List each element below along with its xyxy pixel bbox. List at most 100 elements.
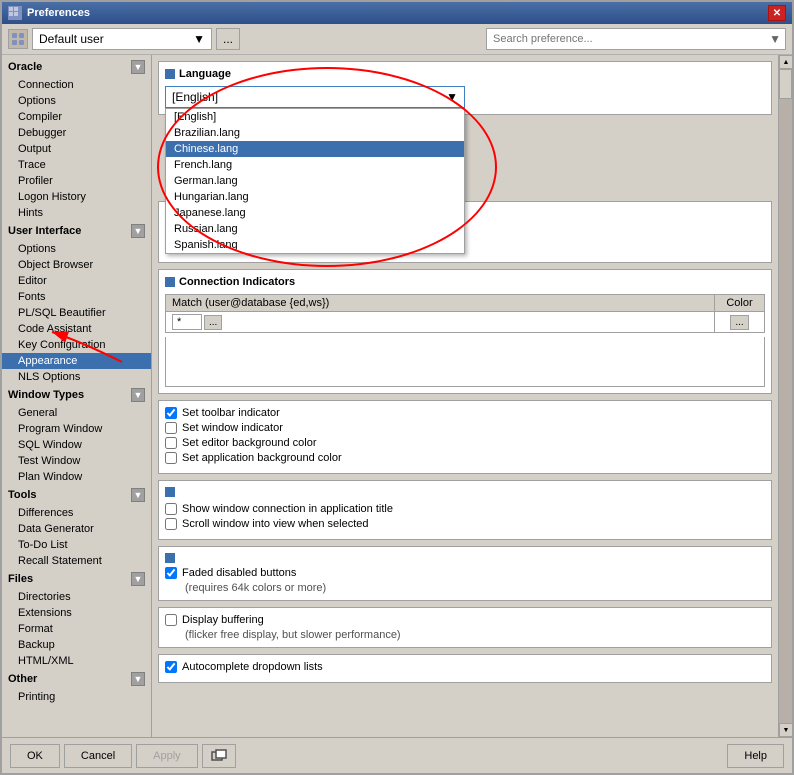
sidebar-item-backup[interactable]: Backup <box>2 637 151 653</box>
search-input[interactable] <box>487 33 765 45</box>
scroll-window-label: Scroll window into view when selected <box>182 518 368 530</box>
sidebar-section-tools[interactable]: Tools ▼ <box>2 485 151 505</box>
lang-option-russian[interactable]: Russian.lang <box>166 221 464 237</box>
sidebar-item-general[interactable]: General <box>2 405 151 421</box>
sidebar-item-code-assistant[interactable]: Code Assistant <box>2 321 151 337</box>
sidebar-item-differences[interactable]: Differences <box>2 505 151 521</box>
window-types-toggle[interactable]: ▼ <box>131 388 145 402</box>
sidebar-item-connection[interactable]: Connection <box>2 77 151 93</box>
sidebar-item-output[interactable]: Output <box>2 141 151 157</box>
faded-section: Faded disabled buttons (requires 64k col… <box>158 546 772 601</box>
sidebar-item-extensions[interactable]: Extensions <box>2 605 151 621</box>
lang-option-spanish[interactable]: Spanish.lang <box>166 237 464 253</box>
app-icon <box>8 6 22 20</box>
search-arrow-icon: ▼ <box>765 32 785 46</box>
autocomplete-row: Autocomplete dropdown lists <box>165 661 765 673</box>
sidebar-item-data-generator[interactable]: Data Generator <box>2 521 151 537</box>
user-dropdown[interactable]: Default user ▼ <box>32 28 212 50</box>
autocomplete-checkbox[interactable] <box>165 661 177 673</box>
sidebar-item-ui-options[interactable]: Options <box>2 241 151 257</box>
sidebar-section-other[interactable]: Other ▼ <box>2 669 151 689</box>
lang-option-english[interactable]: [English] <box>166 109 464 125</box>
oracle-toggle[interactable]: ▼ <box>131 60 145 74</box>
sidebar-item-todo-list[interactable]: To-Do List <box>2 537 151 553</box>
toolbar: Default user ▼ ... ▼ <box>2 24 792 55</box>
search-box[interactable]: ▼ <box>486 28 786 50</box>
sidebar-item-recall-statement[interactable]: Recall Statement <box>2 553 151 569</box>
scroll-down-button[interactable]: ▼ <box>779 723 792 737</box>
other-toggle[interactable]: ▼ <box>131 672 145 686</box>
content-scroll: Language [English] ▼ [English] Brazilian… <box>152 55 778 737</box>
ui-toggle[interactable]: ▼ <box>131 224 145 238</box>
sidebar-item-debugger[interactable]: Debugger <box>2 125 151 141</box>
faded-bullet <box>165 553 175 563</box>
sidebar-item-key-configuration[interactable]: Key Configuration <box>2 337 151 353</box>
lang-option-chinese[interactable]: Chinese.lang <box>166 141 464 157</box>
sidebar-item-profiler[interactable]: Profiler <box>2 173 151 189</box>
lang-option-german[interactable]: German.lang <box>166 173 464 189</box>
sidebar-item-directories[interactable]: Directories <box>2 589 151 605</box>
sidebar-item-test-window[interactable]: Test Window <box>2 453 151 469</box>
sidebar-item-appearance[interactable]: Appearance <box>2 353 151 369</box>
sidebar-item-compiler[interactable]: Compiler <box>2 109 151 125</box>
restore-button[interactable] <box>202 744 236 768</box>
apply-button[interactable]: Apply <box>136 744 198 768</box>
cancel-button[interactable]: Cancel <box>64 744 132 768</box>
sidebar-item-printing[interactable]: Printing <box>2 689 151 705</box>
display-checkbox[interactable] <box>165 614 177 626</box>
conn-section-box: Connection Indicators Match (user@databa… <box>158 269 772 394</box>
restore-icon <box>211 749 227 763</box>
conn-dots-button[interactable]: ... <box>204 315 222 330</box>
editor-bg-checkbox[interactable] <box>165 437 177 449</box>
toolbar-dots-button[interactable]: ... <box>216 28 240 50</box>
sidebar-item-editor[interactable]: Editor <box>2 273 151 289</box>
faded-checkbox[interactable] <box>165 567 177 579</box>
sidebar-item-nls-options[interactable]: NLS Options <box>2 369 151 385</box>
sidebar-item-plan-window[interactable]: Plan Window <box>2 469 151 485</box>
sidebar-item-html-xml[interactable]: HTML/XML <box>2 653 151 669</box>
files-toggle[interactable]: ▼ <box>131 572 145 586</box>
sidebar-item-plsql-beautifier[interactable]: PL/SQL Beautifier <box>2 305 151 321</box>
toolbar-indicator-checkbox[interactable] <box>165 407 177 419</box>
sidebar-item-format[interactable]: Format <box>2 621 151 637</box>
sidebar-item-logon-history[interactable]: Logon History <box>2 189 151 205</box>
scroll-window-checkbox[interactable] <box>165 518 177 530</box>
conn-match-input[interactable] <box>172 314 202 330</box>
conn-color-cell: ... <box>715 312 765 333</box>
display-title: Display buffering <box>182 614 264 626</box>
language-dropdown[interactable]: [English] ▼ <box>165 86 465 108</box>
sidebar-section-oracle[interactable]: Oracle ▼ <box>2 57 151 77</box>
show-bullet <box>165 487 175 497</box>
sidebar-item-trace[interactable]: Trace <box>2 157 151 173</box>
sidebar-section-files[interactable]: Files ▼ <box>2 569 151 589</box>
lang-option-japanese[interactable]: Japanese.lang <box>166 205 464 221</box>
sidebar-item-object-browser[interactable]: Object Browser <box>2 257 151 273</box>
sidebar-item-fonts[interactable]: Fonts <box>2 289 151 305</box>
sidebar-section-window-types[interactable]: Window Types ▼ <box>2 385 151 405</box>
scroll-thumb[interactable] <box>779 69 792 99</box>
conn-input-row: ... <box>172 314 708 330</box>
sidebar-item-hints[interactable]: Hints <box>2 205 151 221</box>
ok-button[interactable]: OK <box>10 744 60 768</box>
scroll-window-row: Scroll window into view when selected <box>165 518 765 530</box>
app-bg-checkbox[interactable] <box>165 452 177 464</box>
sidebar-item-program-window[interactable]: Program Window <box>2 421 151 437</box>
lang-option-hungarian[interactable]: Hungarian.lang <box>166 189 464 205</box>
conn-color-button[interactable]: ... <box>730 315 748 330</box>
lang-option-french[interactable]: French.lang <box>166 157 464 173</box>
content-inner: Language [English] ▼ [English] Brazilian… <box>152 55 792 737</box>
show-conn-checkbox[interactable] <box>165 503 177 515</box>
sidebar-section-ui[interactable]: User Interface ▼ <box>2 221 151 241</box>
tools-toggle[interactable]: ▼ <box>131 488 145 502</box>
lang-option-brazilian[interactable]: Brazilian.lang <box>166 125 464 141</box>
app-bg-label: Set application background color <box>182 452 342 464</box>
display-row: Display buffering <box>165 614 765 626</box>
window-indicator-checkbox[interactable] <box>165 422 177 434</box>
scroll-track[interactable] <box>779 69 792 723</box>
help-button[interactable]: Help <box>727 744 784 768</box>
close-button[interactable]: ✕ <box>768 5 786 21</box>
scroll-up-button[interactable]: ▲ <box>779 55 792 69</box>
sidebar-item-sql-window[interactable]: SQL Window <box>2 437 151 453</box>
bottom-bar: OK Cancel Apply Help <box>2 737 792 773</box>
sidebar-item-options[interactable]: Options <box>2 93 151 109</box>
